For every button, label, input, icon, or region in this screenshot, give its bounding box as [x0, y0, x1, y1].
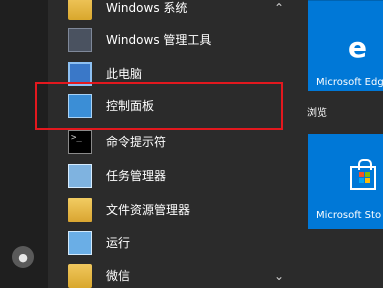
control-panel-highlight-box [35, 82, 283, 130]
list-item-run[interactable]: 运行 [48, 225, 300, 261]
list-item-file-explorer[interactable]: 文件资源管理器 [48, 192, 300, 228]
store-icon [350, 159, 376, 190]
list-item-task-manager[interactable]: 任务管理器 [48, 158, 300, 194]
store-tile[interactable]: Microsoft Sto [308, 134, 383, 229]
store-tile-label: Microsoft Sto [316, 210, 382, 221]
edge-tile[interactable]: e Microsoft Edg [308, 1, 383, 91]
app-list: Windows 系统 ⌃ Windows 管理工具 此电脑 控制面板 >_ 命令… [48, 0, 300, 288]
edge-icon: e [348, 31, 367, 64]
browse-group-label: 浏览 [307, 108, 327, 119]
folder-icon [68, 0, 92, 20]
chevron-down-icon: ⌄ [273, 269, 284, 283]
list-item-wechat[interactable]: 微信 ⌄ [48, 258, 300, 288]
list-item-admin-tools[interactable]: Windows 管理工具 [48, 22, 300, 58]
folder-icon [68, 264, 92, 288]
user-icon[interactable]: ● [12, 246, 34, 268]
list-item-label: 任务管理器 [106, 169, 167, 183]
list-item-label: 文件资源管理器 [106, 203, 191, 217]
list-item-label: 运行 [106, 236, 131, 250]
list-item-label: 微信 [106, 269, 131, 283]
tiles-panel: e Microsoft Edg Microsoft Sto [300, 0, 383, 288]
edge-tile-label: Microsoft Edg [316, 77, 383, 88]
list-item-label: Windows 管理工具 [106, 33, 212, 47]
command-prompt-icon: >_ [68, 130, 92, 154]
admin-tools-icon [68, 28, 92, 52]
file-explorer-icon [68, 198, 92, 222]
chevron-up-icon: ⌃ [273, 1, 284, 15]
start-left-rail: ● [0, 0, 48, 288]
run-icon [68, 231, 92, 255]
task-manager-icon [68, 164, 92, 188]
